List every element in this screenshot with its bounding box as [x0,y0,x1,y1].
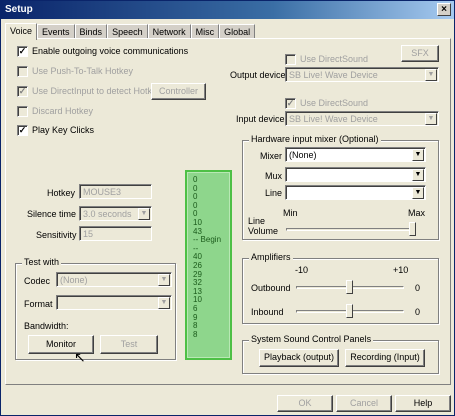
mux-select[interactable]: ▼ [285,167,426,182]
hardware-mixer-title: Hardware input mixer (Optional) [249,134,381,144]
chevron-down-icon[interactable]: ▼ [412,187,424,199]
enable-outgoing-label: Enable outgoing voice communications [32,46,189,56]
inbound-value: 0 [415,307,421,317]
mux-label: Mux [265,171,283,181]
tab-events[interactable]: Events [37,24,75,39]
hotkey-label: Hotkey [47,188,76,198]
sfx-button[interactable]: SFX [401,45,439,62]
amp-min-label: -10 [295,265,309,275]
input-device-label: Input device [236,114,285,124]
level-value: 0 [193,200,198,210]
level-value: 0 [193,192,198,202]
system-sound-title: System Sound Control Panels [249,334,374,344]
mixer-label: Mixer [260,151,282,161]
controller-button[interactable]: Controller [151,83,206,100]
tab-voice[interactable]: Voice [5,23,38,40]
level-value: 0 [193,175,198,184]
input-device-value: SB Live! Wave Device [289,114,378,124]
playback-output-button[interactable]: Playback (output) [259,349,339,367]
silence-time-value: 3.0 seconds [83,209,132,219]
cancel-button[interactable]: Cancel [336,395,392,412]
level-value: 9 [193,312,198,322]
level-value: -- Begin -- [193,235,222,253]
outbound-label: Outbound [251,283,291,293]
chevron-down-icon[interactable]: ▼ [425,113,437,125]
tab-global[interactable]: Global [219,24,256,39]
sensitivity-label: Sensitivity [36,230,77,240]
output-device-value: SB Live! Wave Device [289,70,378,80]
mixer-max-label: Max [408,208,426,218]
chevron-down-icon[interactable]: ▼ [138,208,150,220]
level-value: 0 [193,183,198,193]
close-icon[interactable]: × [437,3,451,16]
level-monitor-list: 0 0 0 0 0 10 43 -- Begin -- 40 26 29 32 13 10 6 9 8 8 [185,170,232,360]
format-select[interactable]: ▼ [56,295,172,310]
sensitivity-field[interactable]: 15 [79,226,152,241]
line-volume-track[interactable] [286,228,416,231]
silence-time-select[interactable]: 3.0 seconds ▼ [79,206,152,221]
enable-outgoing-checkbox[interactable]: ✓ [17,46,28,57]
line-volume-slider-thumb[interactable] [409,222,416,236]
tab-strip: Voice Events Binds Speech Network Misc G… [5,23,256,40]
tab-network[interactable]: Network [147,24,191,39]
amplifiers-title: Amplifiers [249,252,293,262]
line-select[interactable]: ▼ [285,185,426,200]
chevron-down-icon[interactable]: ▼ [158,297,170,309]
input-directsound-checkbox[interactable]: ✓ [285,98,296,109]
push-to-talk-checkbox[interactable] [17,66,28,77]
discard-hotkey-checkbox[interactable] [17,106,28,117]
amp-max-label: +10 [393,265,409,275]
test-button[interactable]: Test [100,335,158,354]
codec-select[interactable]: (None) ▼ [56,272,172,287]
line-label: Line [265,188,283,198]
output-directsound-label: Use DirectSound [300,54,369,64]
tab-speech[interactable]: Speech [107,24,148,39]
level-value: 8 [193,329,198,339]
output-directsound-checkbox[interactable] [285,54,296,65]
line-volume-label-1: Line [248,216,266,226]
level-value: 10 [193,295,202,305]
tab-misc[interactable]: Misc [190,24,220,39]
codec-label: Codec [24,276,51,286]
title-bar: Setup × [1,1,454,19]
help-button[interactable]: Help [395,395,451,412]
format-label: Format [24,299,53,309]
bandwidth-label: Bandwidth: [24,321,69,331]
outbound-slider-thumb[interactable] [346,280,353,294]
level-value: 8 [193,321,198,331]
mixer-select[interactable]: (None) ▼ [285,147,426,162]
hotkey-field[interactable]: MOUSE3 [79,184,152,199]
mixer-value: (None) [289,150,317,160]
output-device-label: Output device [230,70,286,80]
chevron-down-icon[interactable]: ▼ [412,169,424,181]
inbound-slider-thumb[interactable] [346,304,353,318]
silence-time-label: Silence time [27,209,77,219]
line-volume-label-2: Volume [248,226,279,236]
ok-button[interactable]: OK [277,395,333,412]
setup-window: Setup × Voice Events Binds Speech Networ… [0,0,455,416]
chevron-down-icon[interactable]: ▼ [425,69,437,81]
directinput-checkbox[interactable]: ✓ [17,86,28,97]
input-device-select[interactable]: SB Live! Wave Device ▼ [285,111,439,126]
codec-value: (None) [60,275,88,285]
recording-input-button[interactable]: Recording (Input) [345,349,425,367]
mixer-min-label: Min [283,208,298,218]
input-directsound-label: Use DirectSound [300,98,369,108]
mouse-cursor-icon: ↖ [74,349,86,365]
output-device-select[interactable]: SB Live! Wave Device ▼ [285,67,439,82]
chevron-down-icon[interactable]: ▼ [158,274,170,286]
play-key-clicks-label: Play Key Clicks [32,125,95,135]
level-value: 6 [193,303,198,313]
inbound-label: Inbound [251,307,284,317]
chevron-down-icon[interactable]: ▼ [412,149,424,161]
tab-binds[interactable]: Binds [74,24,108,39]
discard-hotkey-label: Discard Hotkey [32,106,94,116]
directinput-label: Use DirectInput to detect Hotkey [32,86,162,96]
test-with-title: Test with [22,257,62,267]
window-title: Setup [5,4,33,15]
outbound-value: 0 [415,283,421,293]
push-to-talk-label: Use Push-To-Talk Hotkey [32,66,134,76]
play-key-clicks-checkbox[interactable]: ✓ [17,125,28,136]
